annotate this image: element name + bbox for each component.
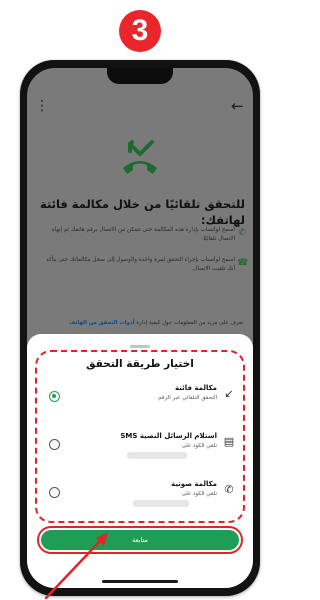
redacted-number — [127, 452, 187, 459]
verify-heading: للتحقق تلقائيًا من خلال مكالمة فائتة لها… — [39, 197, 245, 227]
home-indicator — [102, 580, 178, 583]
paragraph-call-log: اسمح لواتساب بإجراء التحقق لمرة واحدة وا… — [46, 257, 235, 272]
option-title: استلام الرسائل النصية SMS — [120, 432, 217, 440]
redacted-number — [133, 500, 189, 507]
phone-icon: ✆ — [224, 483, 234, 496]
missed-call-icon: ↙ — [224, 387, 234, 400]
top-bar: ⋮ ← — [27, 96, 253, 118]
back-arrow-icon[interactable]: ← — [231, 97, 247, 115]
option-title: مكالمة فائتة — [175, 384, 217, 392]
step-badge: 3 — [119, 10, 161, 52]
radio-unselected[interactable] — [49, 439, 60, 450]
option-missed-call[interactable]: مكالمة فائتة التحقق التلقائي عبر الرقم ↙ — [41, 378, 239, 420]
option-subtitle: تلقي الكود على — [181, 491, 217, 497]
more-options-icon[interactable]: ⋮ — [35, 98, 49, 114]
sheet-title: اختيار طريقة التحقق — [86, 358, 194, 370]
verification-method-sheet: اختيار طريقة التحقق مكالمة فائتة التحقق … — [27, 334, 253, 588]
notch — [107, 68, 173, 84]
learn-more-prefix: تعرف على مزيد من المعلومات حول كيفية إدا… — [136, 320, 243, 326]
missed-call-icon — [123, 140, 157, 174]
sheet-handle[interactable] — [130, 345, 150, 348]
learn-more-line: تعرف على مزيد من المعلومات حول كيفية إدا… — [37, 320, 243, 326]
radio-selected[interactable] — [49, 391, 60, 402]
option-subtitle: تلقي الكود على — [181, 443, 217, 449]
phone-frame: ⋮ ← للتحقق تلقائيًا من خلال مكالمة فائتة… — [20, 60, 260, 596]
option-subtitle: التحقق التلقائي عبر الرقم — [158, 395, 217, 401]
option-voice-call[interactable]: مكالمة صوتية تلقي الكود على ✆ — [41, 474, 239, 516]
message-icon: ▤ — [223, 435, 235, 448]
option-sms[interactable]: استلام الرسائل النصية SMS تلقي الكود على… — [41, 426, 239, 468]
option-title: مكالمة صوتية — [171, 480, 217, 488]
continue-button[interactable]: متابعة — [41, 530, 239, 550]
paragraph-manage-call: اسمح لواتساب بإدارة هذه المكالمة حتى تتم… — [52, 227, 235, 242]
learn-more-link[interactable]: أدوات التحقق من الهاتف — [69, 320, 135, 326]
continue-button-highlight: متابعة — [37, 526, 243, 554]
call-permission-icon: ✆ — [238, 228, 246, 238]
phone-screen: ⋮ ← للتحقق تلقائيًا من خلال مكالمة فائتة… — [27, 68, 253, 588]
radio-unselected[interactable] — [49, 487, 60, 498]
call-log-icon: ☎ — [237, 258, 249, 268]
